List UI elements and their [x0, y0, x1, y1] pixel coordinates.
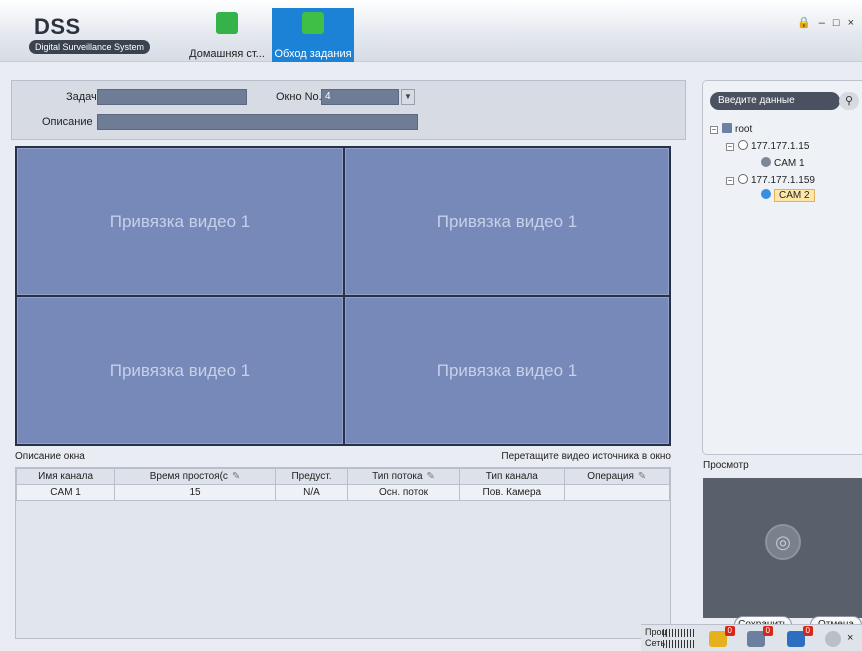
task-form: Задача Окно No. 4 ▼ Описание — [11, 80, 686, 140]
cpu-meter — [663, 629, 695, 637]
task-tour-icon — [302, 12, 324, 34]
tree-node-camera[interactable]: CAM 1 — [761, 157, 805, 169]
device-alarm-icon[interactable]: 0 — [787, 626, 813, 647]
column-header[interactable]: Тип потока ✎ — [347, 468, 461, 485]
tree-node-label: CAM 2 — [774, 189, 815, 202]
edit-icon[interactable]: ✎ — [232, 471, 240, 482]
video-cell[interactable]: Привязка видео 1 — [17, 148, 343, 295]
video-cell[interactable]: Привязка видео 1 — [345, 297, 669, 444]
tab-task-tour-label: Обход задания — [274, 48, 352, 60]
edit-icon[interactable]: ✎ — [638, 471, 646, 482]
column-header[interactable]: Время простоя(с ✎ — [114, 468, 276, 485]
camera-icon — [761, 189, 771, 199]
close-button[interactable]: × — [848, 17, 862, 29]
column-header-label: Имя канала — [38, 471, 94, 482]
camera-icon — [761, 157, 771, 167]
alarm-icon[interactable]: 0 — [709, 626, 735, 647]
device-icon — [738, 174, 748, 184]
home-icon — [216, 12, 238, 34]
tree-node-label: 177.177.1.159 — [751, 175, 815, 186]
column-header[interactable]: Предуст. — [274, 468, 349, 485]
tree-node-label: CAM 1 — [774, 158, 805, 169]
alarm-badge: 0 — [724, 626, 735, 636]
collapse-icon[interactable]: − — [726, 143, 734, 151]
column-header-label: Операция — [587, 471, 634, 482]
camera-placeholder-icon: ◎ — [765, 524, 801, 560]
device-icon — [738, 140, 748, 150]
search-icon[interactable]: ⚲ — [839, 92, 859, 110]
table-cell[interactable]: 15 — [114, 484, 276, 501]
table-cell[interactable] — [563, 484, 671, 501]
preview-window: ◎ — [703, 478, 862, 618]
channel-table: Имя канала Время простоя(с ✎ Предуст. Тип… — [15, 467, 671, 639]
event-icon[interactable]: 0 — [747, 626, 773, 647]
edit-icon[interactable]: ✎ — [427, 471, 435, 482]
window-controls: 🔒–□× — [797, 16, 862, 29]
window-no-label: Окно No. — [276, 91, 322, 103]
logo-title: DSS — [34, 14, 81, 39]
description-input[interactable] — [97, 114, 418, 130]
device-tree-panel: Введите данные ⚲ − root −177.177.1.15 CAM… — [702, 80, 862, 455]
description-label: Описание — [42, 116, 93, 128]
video-grid: Привязка видео 1 Привязка видео 1 Привяз… — [15, 146, 671, 446]
collapse-icon[interactable]: − — [726, 177, 734, 185]
logo-subtitle: Digital Surveillance System — [29, 40, 151, 54]
chevron-down-icon[interactable]: ▼ — [401, 89, 415, 105]
column-header[interactable]: Операция ✎ — [563, 468, 671, 485]
column-header-label: Тип канала — [485, 471, 538, 482]
network-meter — [663, 640, 695, 648]
video-cell[interactable]: Привязка видео 1 — [345, 148, 669, 295]
tree-node-camera-selected[interactable]: CAM 2 — [761, 189, 815, 202]
table-cell[interactable]: Осн. поток — [347, 484, 461, 501]
tab-home[interactable]: Домашняя ст... — [183, 8, 271, 62]
column-header-label: Предуст. — [291, 471, 332, 482]
preview-label: Просмотр — [703, 460, 749, 471]
close-icon[interactable]: × — [847, 632, 853, 644]
column-header-label: Время простоя(с — [149, 471, 228, 482]
drag-hint: Перетащите видео источника в окно — [501, 451, 671, 462]
window-description-title: Описание окна — [15, 451, 85, 462]
collapse-icon[interactable]: − — [710, 126, 718, 134]
lock-icon[interactable]: 🔒 — [797, 16, 819, 29]
column-header-label: Тип потока — [372, 471, 423, 482]
minimize-button[interactable]: – — [819, 17, 833, 29]
status-bar: Проц Сеть 0 0 0 × — [641, 624, 862, 651]
tree-node-label: root — [735, 124, 753, 135]
table-cell: Пов. Камера — [459, 484, 565, 501]
tab-home-label: Домашняя ст... — [189, 48, 265, 60]
device-badge: 0 — [802, 626, 813, 636]
tree-node-device[interactable]: − 177.177.1.159 — [726, 174, 815, 186]
column-header[interactable]: Тип канала — [459, 468, 565, 485]
app-header: DSS Digital Surveillance System Домашняя… — [0, 0, 862, 62]
table-cell: CAM 1 — [15, 484, 116, 501]
tab-task-tour[interactable]: Обход задания — [272, 8, 354, 62]
table-row[interactable]: CAM 1 15 N/A Осн. поток Пов. Камера — [15, 484, 671, 501]
table-cell: N/A — [274, 484, 349, 501]
table-header-row: Имя канала Время простоя(с ✎ Предуст. Тип… — [15, 468, 671, 485]
maximize-button[interactable]: □ — [833, 17, 848, 29]
search-input[interactable]: Введите данные — [710, 92, 840, 110]
window-no-select[interactable]: 4 — [321, 89, 399, 105]
video-cell[interactable]: Привязка видео 1 — [17, 297, 343, 444]
org-tree-icon — [722, 123, 732, 133]
column-header[interactable]: Имя канала — [15, 468, 116, 485]
sound-icon[interactable] — [825, 631, 841, 647]
event-badge: 0 — [762, 626, 773, 636]
tree-node-label: 177.177.1.15 — [751, 141, 810, 152]
task-input[interactable] — [97, 89, 247, 105]
tree-node-device[interactable]: − 177.177.1.15 — [726, 140, 809, 152]
window-description-bar: Описание окна Перетащите видео источника… — [15, 448, 671, 465]
tree-node-root[interactable]: − root — [710, 123, 752, 135]
